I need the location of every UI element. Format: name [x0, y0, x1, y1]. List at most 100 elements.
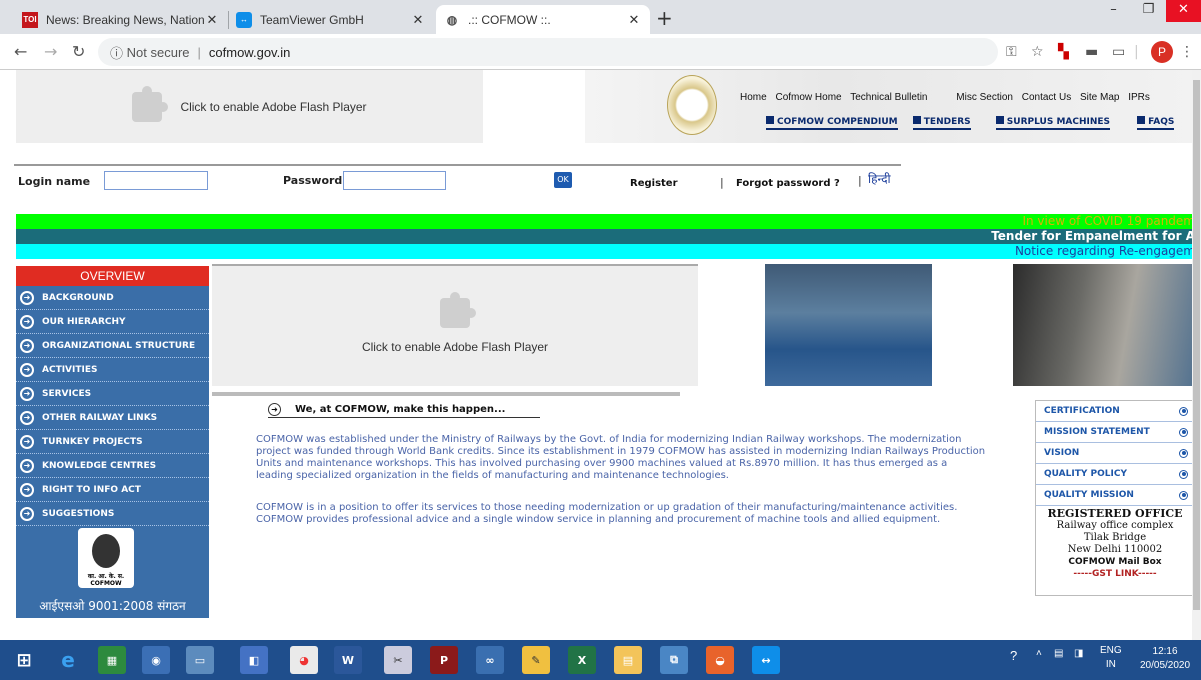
site-map-link[interactable]: Site Map [1080, 92, 1119, 103]
language-indicator[interactable]: ENG IN [1100, 644, 1122, 672]
flash-placeholder-main[interactable]: Click to enable Adobe Flash Player [212, 264, 698, 386]
sidebar-item-turnkey[interactable]: ➜ TURNKEY PROJECTS [16, 430, 209, 454]
forgot-password-link[interactable]: Forgot password ? [736, 178, 840, 189]
sidebar-item-activities[interactable]: ➜ ACTIVITIES [16, 358, 209, 382]
chrome-icon[interactable]: ◕ [290, 646, 318, 674]
sidebar-item-railway-links[interactable]: ➜ OTHER RAILWAY LINKS [16, 406, 209, 430]
sidebar-item-rti[interactable]: ➜ RIGHT TO INFO ACT [16, 478, 209, 502]
radio-dot-icon [1179, 427, 1188, 437]
teamviewer-icon[interactable]: ↔ [752, 646, 780, 674]
gst-link[interactable]: -----GST LINK----- [1036, 568, 1194, 580]
arrow-circle-icon: ➜ [20, 410, 34, 425]
paint-icon[interactable]: ✎ [522, 646, 550, 674]
browser-tab-news[interactable]: TOI News: Breaking News, National n ✕ [14, 5, 228, 34]
register-link[interactable]: Register [630, 178, 678, 189]
arrow-circle-icon: ➜ [20, 386, 34, 401]
tenders-link[interactable]: TENDERS [912, 116, 971, 130]
menu-kebab-icon[interactable]: ⋮ [1180, 44, 1194, 60]
app-window-icon[interactable]: ▭ [186, 646, 214, 674]
extension-2-icon[interactable]: ▬ [1085, 44, 1098, 60]
address-bar[interactable]: ⓘ Not secure | cofmow.gov.in [98, 38, 998, 66]
app-icon[interactable]: ◉ [142, 646, 170, 674]
office-line: Railway office complex [1056, 520, 1174, 531]
sidebar-item-knowledge[interactable]: ➜ KNOWLEDGE CENTRES [16, 454, 209, 478]
windows-start-icon[interactable]: ⊞ [10, 646, 38, 674]
mailbox-link[interactable]: COFMOW Mail Box [1036, 556, 1194, 568]
flash-placeholder-top[interactable]: Click to enable Adobe Flash Player [16, 70, 483, 143]
profile-avatar[interactable]: P [1151, 41, 1173, 63]
marquee-tender[interactable]: Tender for Empanelment for A [16, 229, 1201, 244]
forward-icon[interactable]: → [44, 42, 57, 61]
sidebar-item-hierarchy[interactable]: ➜ OUR HIERARCHY [16, 310, 209, 334]
flash-text: Click to enable Adobe Flash Player [361, 340, 549, 354]
faqs-link[interactable]: FAQS [1137, 116, 1175, 130]
ok-button[interactable]: OK [554, 172, 572, 188]
excel-icon[interactable]: X [568, 646, 596, 674]
firefox-icon[interactable]: ◒ [706, 646, 734, 674]
volume-icon[interactable]: ◨ [1074, 648, 1083, 659]
url-separator: | [197, 44, 201, 60]
teamviewer-favicon-icon: ↔ [236, 11, 252, 28]
acrobat-icon[interactable]: P [430, 646, 458, 674]
key-icon[interactable]: ⚿ [1006, 44, 1017, 60]
globe-favicon-icon: ◍ [446, 12, 458, 27]
bookmark-star-icon[interactable]: ☆ [1031, 44, 1044, 60]
reload-icon[interactable]: ↻ [72, 42, 85, 61]
marquee-covid[interactable]: In view of COVID 19 pandem [16, 214, 1201, 229]
sidebar-item-org-structure[interactable]: ➜ ORGANIZATIONAL STRUCTURE [16, 334, 209, 358]
snipping-tool-icon[interactable]: ✂ [384, 646, 412, 674]
browser-tab-cofmow[interactable]: ◍ .:: COFMOW ::. ✕ [436, 5, 650, 34]
login-name-input[interactable] [104, 171, 208, 190]
help-icon[interactable]: ? [1010, 648, 1017, 663]
arrow-circle-icon: ➜ [20, 506, 34, 521]
sidebar-item-services[interactable]: ➜ SERVICES [16, 382, 209, 406]
vision-link[interactable]: VISION [1036, 443, 1194, 464]
extension-icon[interactable]: ▚ [1058, 44, 1069, 60]
restore-icon[interactable]: ❐ [1131, 0, 1166, 22]
new-tab-icon[interactable]: + [656, 8, 673, 28]
close-tab-icon[interactable]: ✕ [410, 12, 426, 28]
app-users-icon[interactable]: ◧ [240, 646, 268, 674]
scrollbar-thumb[interactable] [1193, 80, 1200, 610]
mission-statement-link[interactable]: MISSION STATEMENT [1036, 422, 1194, 443]
certification-link[interactable]: CERTIFICATION [1036, 401, 1194, 422]
close-window-icon[interactable]: ✕ [1166, 0, 1201, 22]
compendium-link[interactable]: COFMOW COMPENDIUM [766, 116, 898, 130]
word-icon[interactable]: W [334, 646, 362, 674]
cast-icon[interactable]: ▭ [1112, 44, 1125, 60]
browser-tab-teamviewer[interactable]: ↔ TeamViewer GmbH ✕ [228, 5, 434, 34]
surplus-machines-link[interactable]: SURPLUS MACHINES [995, 116, 1111, 130]
quality-mission-link[interactable]: QUALITY MISSION [1036, 485, 1194, 506]
cofmow-home-link[interactable]: Cofmow Home [775, 92, 841, 103]
system-clock[interactable]: 12:16 20/05/2020 [1140, 645, 1190, 673]
url-text: cofmow.gov.in [208, 44, 291, 60]
hindi-link[interactable]: हिन्दी [868, 170, 891, 187]
close-tab-icon[interactable]: ✕ [626, 12, 642, 28]
internet-explorer-icon[interactable]: e [54, 646, 82, 674]
close-tab-icon[interactable]: ✕ [204, 12, 220, 28]
marquee-notice[interactable]: Notice regarding Re-engagem [16, 244, 1201, 259]
app-link-icon[interactable]: ∞ [476, 646, 504, 674]
minimize-icon[interactable]: – [1096, 0, 1131, 22]
store-icon[interactable]: ▦ [98, 646, 126, 674]
tab-title: News: Breaking News, National n [46, 12, 204, 27]
back-icon[interactable]: ← [14, 42, 27, 61]
sidebar-item-background[interactable]: ➜ BACKGROUND [16, 286, 209, 310]
workshop-photo-1 [765, 264, 932, 386]
tray-arrow-icon[interactable]: ˄ [1036, 648, 1042, 659]
network-icon[interactable]: ▤ [1054, 648, 1063, 659]
home-link[interactable]: Home [740, 92, 767, 103]
app-network-icon[interactable]: ⧉ [660, 646, 688, 674]
info-icon[interactable]: ⓘ [110, 43, 123, 62]
misc-section-link[interactable]: Misc Section [956, 92, 1013, 103]
toi-favicon-icon: TOI [22, 11, 38, 28]
page-scrollbar[interactable] [1192, 70, 1201, 640]
contact-us-link[interactable]: Contact Us [1022, 92, 1071, 103]
password-input[interactable] [343, 171, 446, 190]
technical-bulletin-link[interactable]: Technical Bulletin [850, 92, 927, 103]
file-explorer-icon[interactable]: ▤ [614, 646, 642, 674]
sidebar-item-suggestions[interactable]: ➜ SUGGESTIONS [16, 502, 209, 526]
quality-policy-link[interactable]: QUALITY POLICY [1036, 464, 1194, 485]
iprs-link[interactable]: IPRs [1128, 92, 1150, 103]
top-links: Home Cofmow Home Technical Bulletin Misc… [740, 92, 1156, 103]
